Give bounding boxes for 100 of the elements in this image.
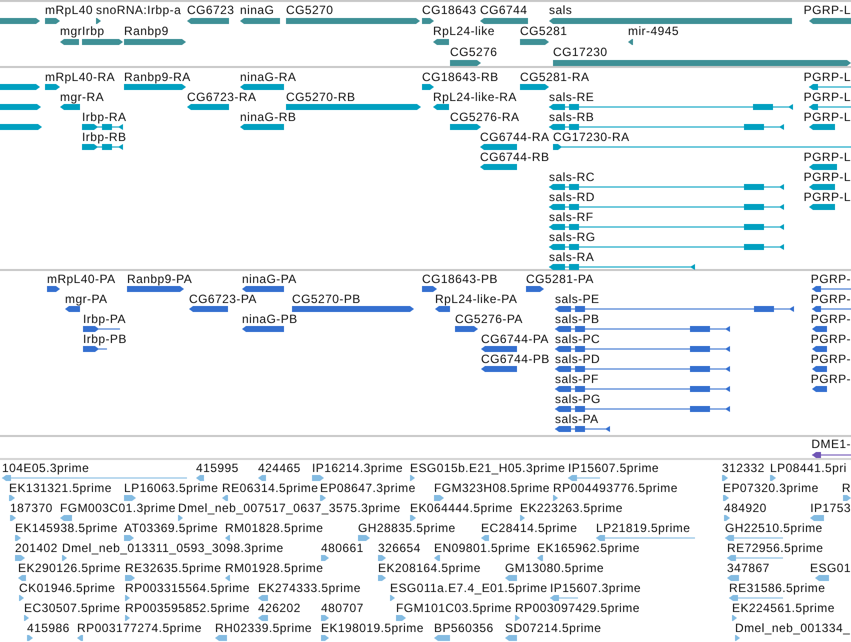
feature-label: CG17230 — [553, 46, 608, 59]
feature-label: RE32635.5prime — [125, 562, 222, 575]
feature-label: EK224561.5prime — [732, 602, 835, 615]
feature-label: ESG011a.E7.4_E01.5prime — [390, 582, 548, 595]
feature-label: CG5270 — [286, 4, 334, 17]
feature-label: CG5270-PB — [292, 293, 361, 306]
feature-label: PGRP-L — [804, 4, 851, 17]
feature-label: sals-RA — [549, 251, 594, 264]
feature-label: Ranbp9-PA — [127, 273, 192, 286]
feature-label: LP08441.5pri — [770, 462, 847, 475]
feature-label: 201402 — [15, 542, 58, 555]
feature-label: EK274333.5prime — [258, 582, 361, 595]
feature-label: Irbp-RA — [82, 111, 126, 124]
feature-label: ninaG-RB — [240, 111, 296, 124]
feature-label: EP08647.3prime — [320, 482, 416, 495]
feature-label: Irbp-RB — [82, 131, 126, 144]
feature-label: R — [842, 482, 851, 495]
feature-label: Ranbp9-RA — [124, 71, 191, 84]
feature-label: CG6723-RA — [187, 91, 256, 104]
feature-label: sals-PD — [555, 353, 600, 366]
feature-label: Dmel_neb_001334_ — [735, 622, 850, 635]
feature-label: Dmel_neb_007517_0637_3575.3prime — [178, 502, 401, 515]
feature-label: RpL24-like — [433, 25, 495, 38]
feature-label: Irbp-PA — [83, 313, 126, 326]
feature-label: EK208164.5prime — [378, 562, 481, 575]
feature-label: PGRP-L — [804, 71, 851, 84]
feature-label: AT03369.5prime — [124, 522, 218, 535]
feature-label: RP003315564.5prime — [125, 582, 250, 595]
feature-label: 426202 — [258, 602, 301, 615]
feature-label: CG6723-PA — [189, 293, 257, 306]
feature-label: EC28414.5prime — [481, 522, 578, 535]
feature-label: EP07320.3prime — [723, 482, 819, 495]
feature-label: mgr — [60, 25, 82, 38]
feature-label: PGRP-L — [804, 191, 851, 204]
feature-label: mgr-RA — [60, 91, 104, 104]
feature-label: Dmel_neb_013311_0593_3098.3prime — [62, 542, 284, 555]
feature-label: EK145938.5prime — [15, 522, 118, 535]
feature-label: DME1- — [811, 438, 851, 451]
feature-label: RE31586.5prime — [729, 582, 826, 595]
feature-label: Ranbp9 — [124, 25, 169, 38]
feature-label: RM01928.5prime — [225, 562, 324, 575]
feature-label: ninaG-PB — [242, 313, 298, 326]
feature-label: CG18643 — [422, 4, 477, 17]
feature-label: CG5276-RA — [450, 111, 520, 124]
feature-label: CG6744 — [480, 4, 528, 17]
feature-label: CG6744-RB — [480, 151, 550, 164]
feature-label: 347867 — [727, 562, 770, 575]
feature-label: sals-PG — [555, 393, 601, 406]
feature-label: Irbp-PB — [83, 333, 127, 346]
feature-label: CG5276-PA — [455, 313, 523, 326]
feature-label: 424465 — [258, 462, 301, 475]
feature-label: EK131321.5prime — [9, 482, 112, 495]
feature-label: sals — [549, 4, 572, 17]
feature-label: sals-RB — [549, 111, 594, 124]
feature-label: RH02339.5prime — [215, 622, 312, 635]
feature-label: IP15607.3prime — [550, 582, 642, 595]
feature-label: FGM003C01.3prime — [60, 502, 176, 515]
feature-label: mRpL40-PA — [47, 273, 116, 286]
feature-label: ESG01 — [810, 562, 851, 575]
feature-label: sals-RG — [549, 231, 596, 244]
feature-label: 104E05.3prime — [2, 462, 90, 475]
feature-label: BP560356 — [434, 622, 494, 635]
feature-label: CK01946.5prime — [19, 582, 116, 595]
feature-label: ninaG-PA — [242, 273, 297, 286]
feature-label: Irbp — [82, 25, 104, 38]
feature-label: CG6744-PB — [481, 353, 550, 366]
feature-label: CG5281-PA — [526, 273, 594, 286]
feature-label: EK290126.5prime — [18, 562, 121, 575]
feature-label: CG18643-PB — [422, 273, 498, 286]
feature-label: CG6744-RA — [480, 131, 550, 144]
feature-label: RP003177274.5prime — [77, 622, 202, 635]
feature-label: EC30507.5prime — [24, 602, 120, 615]
feature-label: IP1753 — [810, 502, 851, 515]
feature-label: sals-PB — [555, 313, 600, 326]
feature-label: FGM323H08.5prime — [434, 482, 550, 495]
feature-label: CG17230-RA — [553, 131, 630, 144]
feature-label: sals-RE — [549, 91, 594, 104]
feature-label: sals-RD — [549, 191, 595, 204]
feature-label: LP16063.5prime — [124, 482, 218, 495]
feature-label: RP003595852.5prime — [125, 602, 250, 615]
feature-label: PGRP-L — [804, 91, 851, 104]
feature-label: RE72956.5prime — [727, 542, 824, 555]
feature-label: GH28835.5prime — [358, 522, 456, 535]
feature-label: sals-PC — [555, 333, 600, 346]
feature-label: 312332 — [722, 462, 765, 475]
feature-label: PGRP-L — [804, 171, 851, 184]
feature-label: CG5276 — [450, 46, 498, 59]
feature-label: CG18643-RB — [422, 71, 499, 84]
feature-label: sals-RC — [549, 171, 595, 184]
feature-label: LP21819.5prime — [596, 522, 690, 535]
feature-label: IP15607.5prime — [568, 462, 660, 475]
feature-label: sals-PA — [555, 413, 599, 426]
feature-label: CG6723 — [187, 4, 234, 17]
feature-label: SD07214.5prime — [505, 622, 602, 635]
feature-label: GM13080.5prime — [505, 562, 604, 575]
feature-label: 187370 — [10, 502, 53, 515]
feature-label: EK165962.5prime — [537, 542, 640, 555]
feature-label: sals-PF — [555, 373, 599, 386]
feature-label: CG6744-PA — [481, 333, 549, 346]
feature-label: snoRNA:Irbp-a — [96, 4, 182, 17]
